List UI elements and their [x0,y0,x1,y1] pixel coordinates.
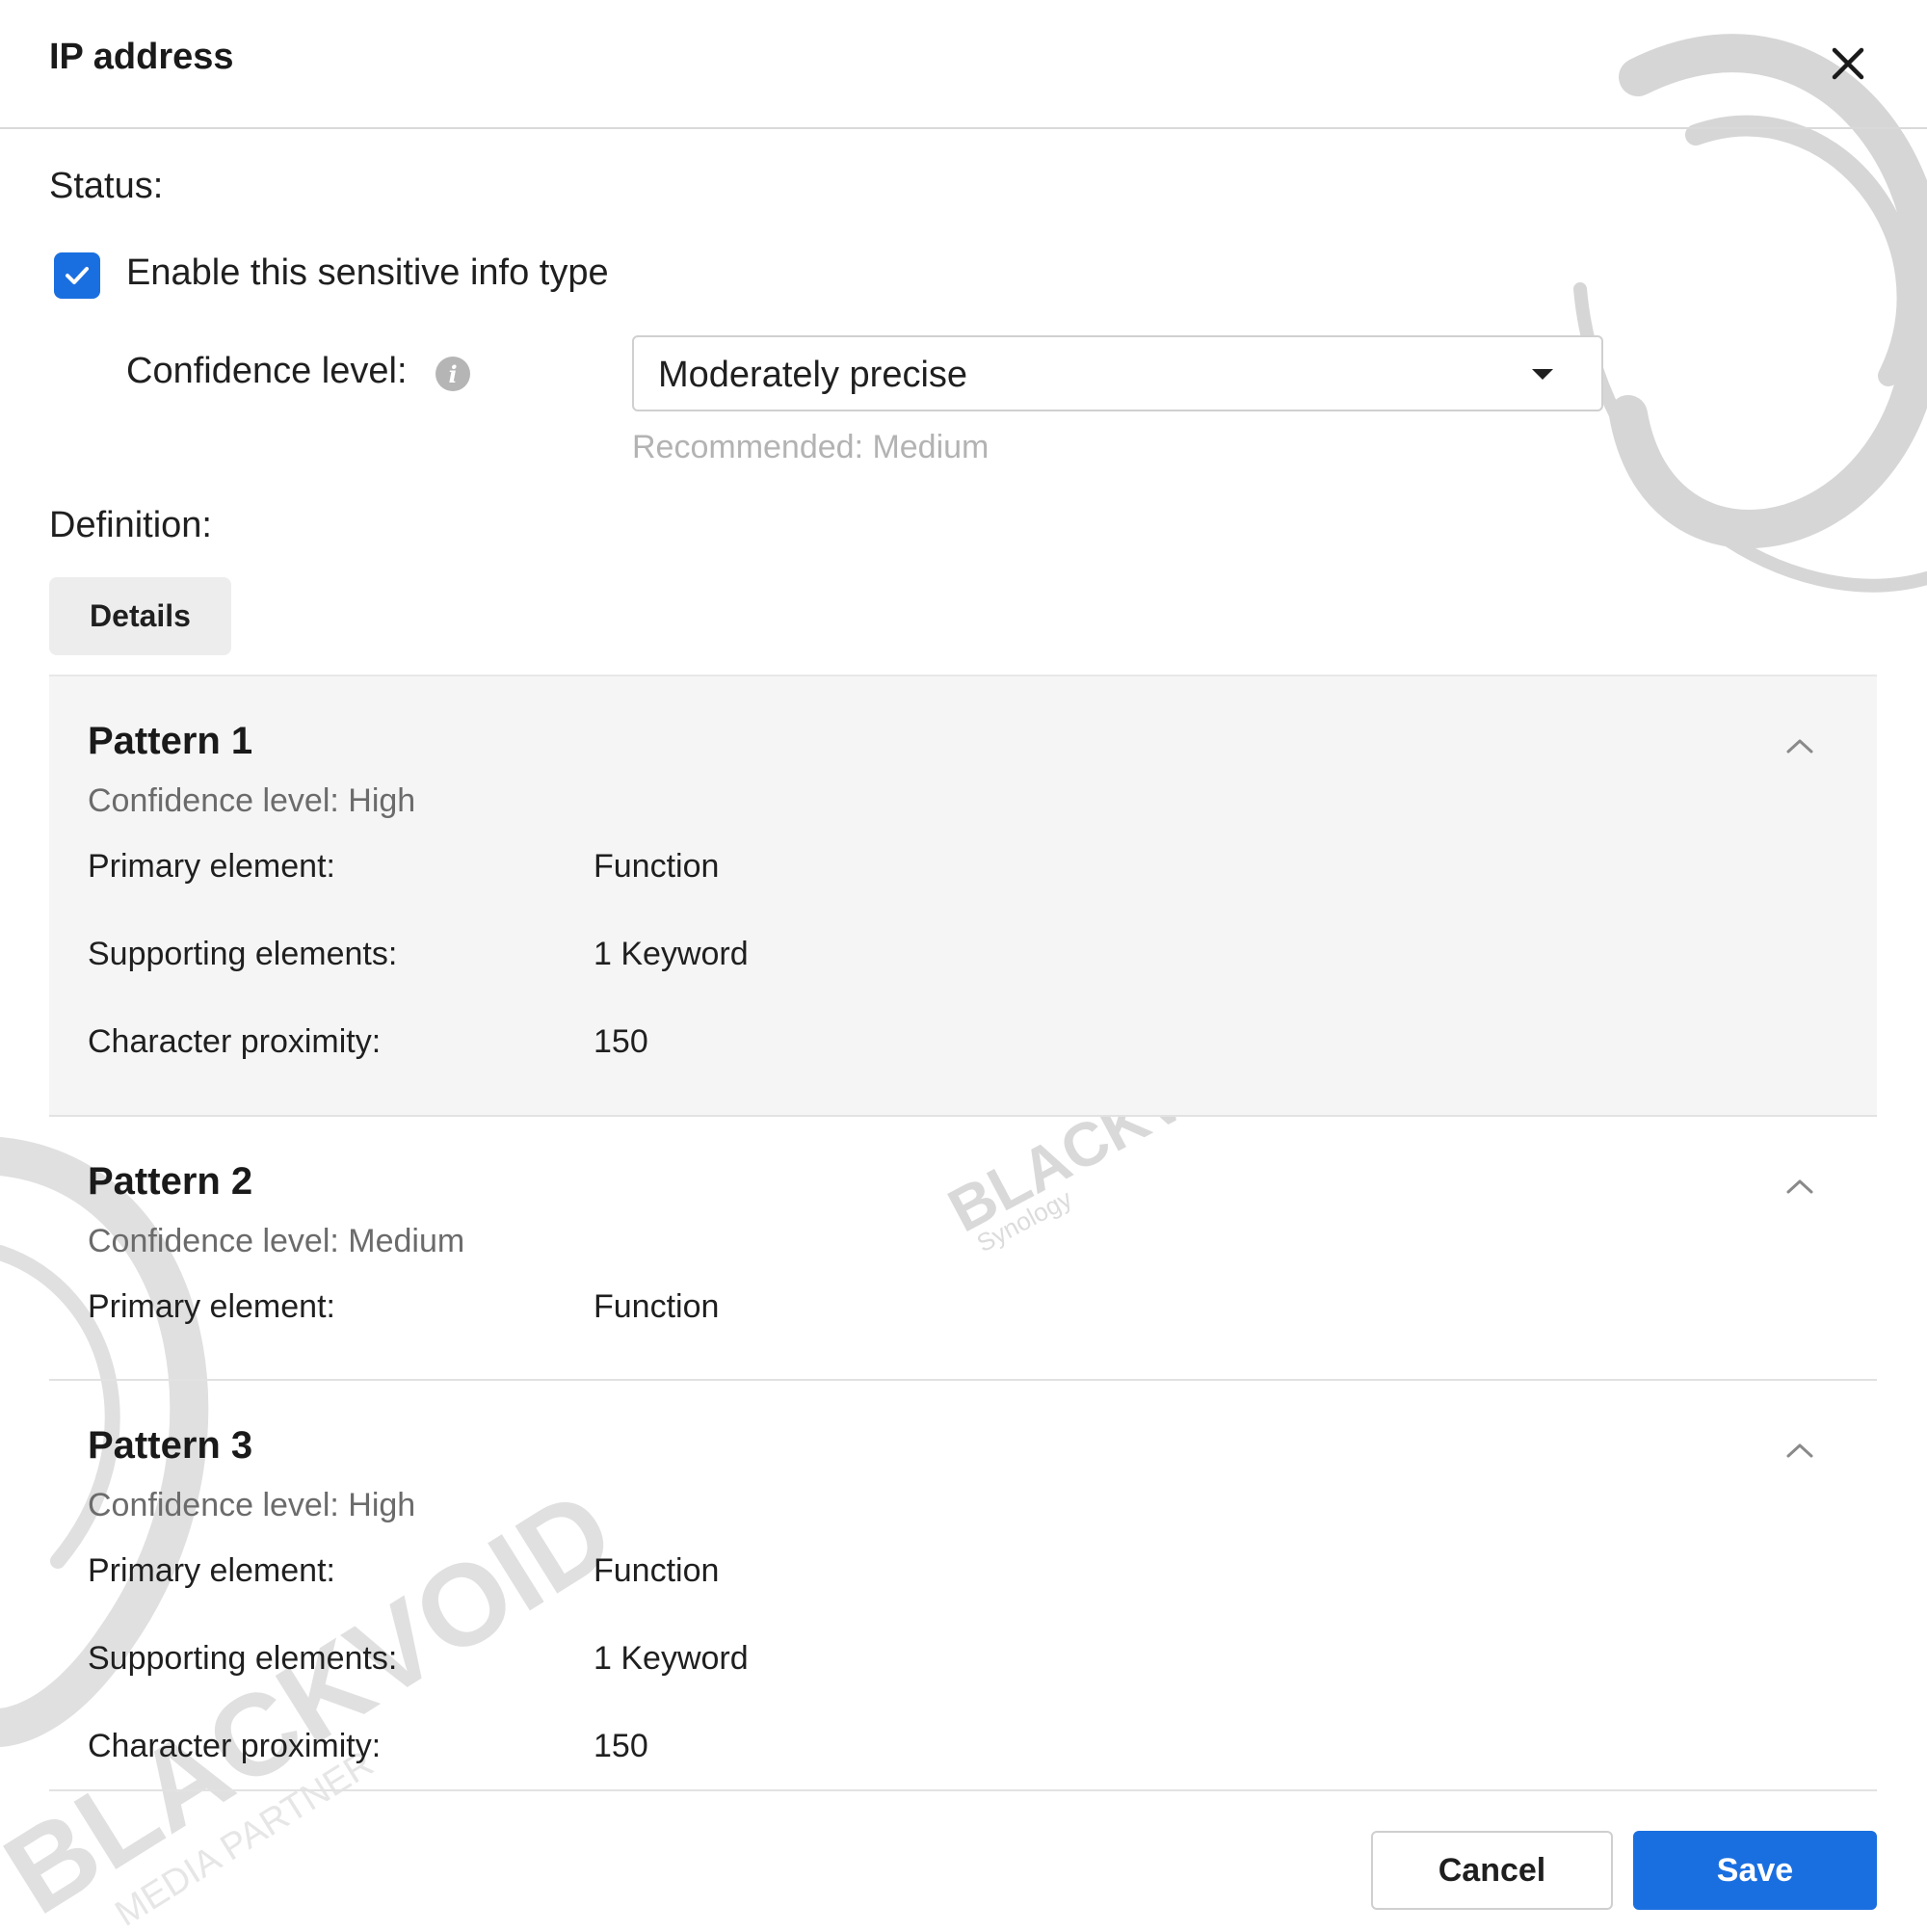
checkmark-icon [66,267,89,284]
pattern-confidence: Confidence level: High [88,1487,416,1523]
pattern-title: Pattern 1 [88,720,253,762]
confidence-level-select[interactable]: Moderately precise [632,335,1603,411]
definition-label: Definition: [49,505,212,545]
enable-checkbox[interactable] [54,252,100,299]
supporting-elements-value: 1 Keyword [594,1640,749,1677]
info-icon[interactable]: i [436,357,470,391]
pattern-card-3: Pattern 3 Confidence level: High Primary… [49,1381,1877,1791]
supporting-elements-label: Supporting elements: [88,936,398,972]
confidence-level-value: Moderately precise [658,355,968,395]
character-proximity-label: Character proximity: [88,1728,382,1764]
primary-element-label: Primary element: [88,1552,335,1589]
pattern-card-2: Pattern 2 Confidence level: Medium Prima… [49,1117,1877,1381]
character-proximity-value: 150 [594,1023,648,1060]
status-label: Status: [49,166,164,206]
supporting-elements-value: 1 Keyword [594,936,749,972]
supporting-elements-label: Supporting elements: [88,1640,398,1677]
recommended-hint: Recommended: Medium [632,429,990,465]
primary-element-label: Primary element: [88,848,335,885]
primary-element-value: Function [594,1288,720,1325]
caret-down-icon [1532,369,1553,380]
character-proximity-label: Character proximity: [88,1023,382,1060]
cancel-button[interactable]: Cancel [1371,1831,1613,1910]
confidence-level-label: Confidence level: [126,351,408,391]
primary-element-value: Function [594,848,720,885]
dialog-title: IP address [49,37,234,77]
pattern-title: Pattern 2 [88,1160,253,1203]
character-proximity-value: 150 [594,1728,648,1764]
primary-element-value: Function [594,1552,720,1589]
save-button[interactable]: Save [1633,1831,1877,1910]
primary-element-label: Primary element: [88,1288,335,1325]
chevron-up-icon[interactable] [1783,1177,1816,1196]
pattern-card-1: Pattern 1 Confidence level: High Primary… [49,675,1877,1117]
details-tab[interactable]: Details [49,577,231,655]
pattern-confidence: Confidence level: High [88,782,416,819]
edit-sensitive-info-dialog: IP address Status: Enable this sensitive… [0,0,1927,1932]
close-icon [1832,47,1864,80]
close-button[interactable] [1825,40,1871,87]
pattern-title: Pattern 3 [88,1424,253,1467]
dialog-header: IP address [0,0,1927,129]
chevron-up-icon[interactable] [1783,736,1816,755]
enable-checkbox-label[interactable]: Enable this sensitive info type [126,252,609,294]
chevron-up-icon[interactable] [1783,1441,1816,1460]
pattern-confidence: Confidence level: Medium [88,1223,465,1259]
